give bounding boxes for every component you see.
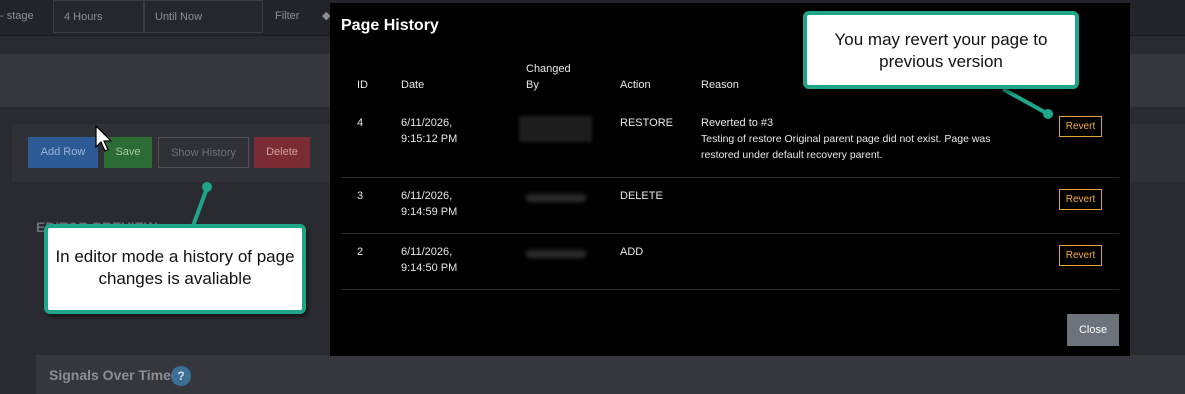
help-icon[interactable]: ? [171, 366, 191, 386]
row-id: 3 [357, 190, 364, 202]
modal-title: Page History [341, 17, 439, 34]
changed-by-redacted [526, 194, 586, 202]
column-header-date: Date [401, 79, 425, 91]
row-divider [341, 177, 1119, 178]
row-reason: Reverted to #3 Testing of restore Origin… [701, 115, 1031, 163]
filter-label[interactable]: Filter [275, 10, 299, 22]
revert-callout: You may revert your page to previous ver… [803, 11, 1079, 89]
row-date: 6/11/2026, 9:14:50 PM [401, 244, 457, 276]
row-date-line: 6/11/2026, [401, 117, 453, 129]
column-header-changed-by: Changed By [526, 63, 571, 91]
revert-button[interactable]: Revert [1059, 116, 1102, 137]
editor-callout-pointer [191, 182, 212, 227]
until-select[interactable]: Until Now [144, 0, 263, 33]
row-date-line: 6/11/2026, [401, 190, 453, 202]
row-time-line: 9:14:59 PM [401, 206, 458, 218]
row-id: 2 [357, 246, 364, 258]
changed-by-redacted [526, 250, 586, 258]
editor-history-callout: In editor mode a history of page changes… [44, 224, 306, 314]
row-action: RESTORE [620, 117, 673, 129]
row-action: ADD [620, 246, 644, 258]
time-range-select[interactable]: 4 Hours [53, 0, 144, 33]
row-time-line: 9:14:50 PM [401, 262, 458, 274]
delete-button[interactable]: Delete [254, 137, 310, 168]
row-action: DELETE [620, 190, 663, 202]
revert-button[interactable]: Revert [1059, 189, 1102, 210]
reason-detail: Testing of restore Original parent page … [701, 133, 991, 161]
stage-label: - stage [0, 10, 34, 22]
row-date: 6/11/2026, 9:15:12 PM [401, 115, 457, 147]
column-header-reason: Reason [701, 79, 739, 91]
close-button[interactable]: Close [1067, 314, 1119, 346]
signals-panel [36, 355, 1185, 394]
row-date-line: 6/11/2026, [401, 246, 453, 258]
row-divider [341, 233, 1119, 234]
column-header-action: Action [620, 79, 651, 91]
row-id: 4 [357, 117, 364, 129]
signals-title: Signals Over Time [49, 367, 171, 383]
column-header-id: ID [357, 79, 368, 91]
row-date: 6/11/2026, 9:14:59 PM [401, 188, 457, 220]
mouse-cursor-icon [95, 125, 113, 152]
revert-button[interactable]: Revert [1059, 245, 1102, 266]
row-time-line: 9:15:12 PM [401, 133, 458, 145]
row-divider [341, 289, 1119, 290]
reason-title: Reverted to #3 [701, 117, 774, 129]
add-row-button[interactable]: Add Row [28, 137, 98, 168]
show-history-button[interactable]: Show History [158, 137, 249, 168]
changed-by-redacted [519, 116, 592, 142]
